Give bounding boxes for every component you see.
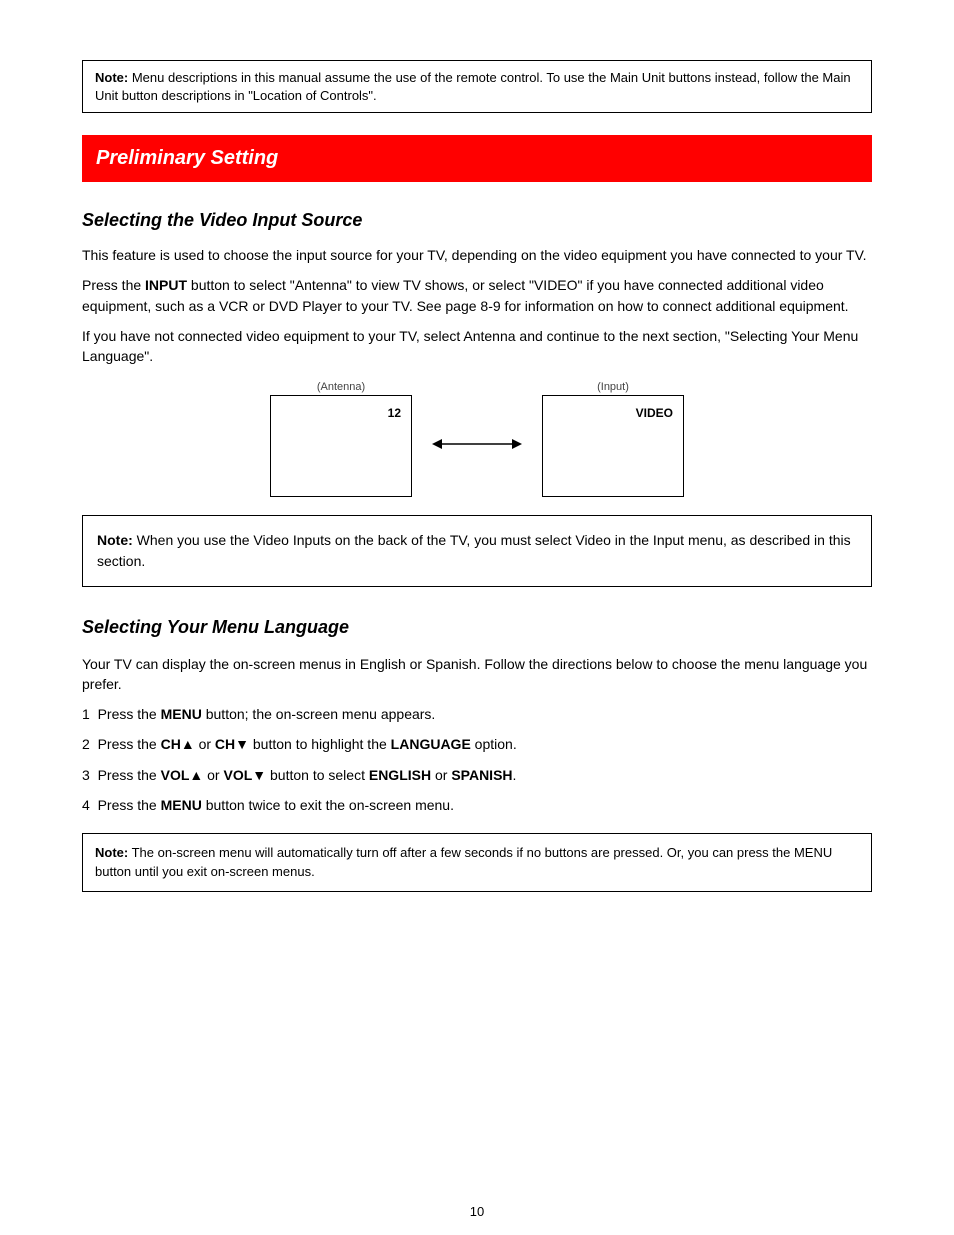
para-2: Press the INPUT button to select "Antenn…: [82, 275, 872, 316]
diagram-right: (Input) VIDEO: [542, 381, 684, 497]
vol-down-key-label: VOL▼: [223, 767, 266, 783]
step-3-mid2: button to select: [266, 767, 369, 783]
diagram-right-box: VIDEO: [542, 395, 684, 497]
ch-up-key-label: CH▲: [161, 736, 195, 752]
page: Note: Menu descriptions in this manual a…: [0, 0, 954, 1235]
para-3: If you have not connected video equipmen…: [82, 326, 872, 367]
step-1-post: button; the on-screen menu appears.: [202, 706, 435, 722]
menu-key-label-2: MENU: [161, 797, 202, 813]
step-2-num: 2: [82, 736, 90, 752]
diagram-left-box: 12: [270, 395, 412, 497]
top-note-box: Note: Menu descriptions in this manual a…: [82, 60, 872, 113]
mid-note-text: When you use the Video Inputs on the bac…: [97, 532, 851, 569]
heading-video-input: Selecting the Video Input Source: [82, 210, 872, 231]
spanish-option-label: SPANISH: [451, 767, 512, 783]
step-2-mid: or: [195, 736, 215, 752]
steps-list: 1 Press the MENU button; the on-screen m…: [82, 704, 872, 815]
diagram-left-value: 12: [388, 406, 401, 420]
menu-key-label: MENU: [161, 706, 202, 722]
step-3: 3 Press the VOL▲ or VOL▼ button to selec…: [82, 765, 872, 785]
diagram-left: (Antenna) 12: [270, 381, 412, 497]
diagram-right-label: (Input): [597, 381, 629, 393]
para-4: Your TV can display the on-screen menus …: [82, 654, 872, 695]
diagram-left-label: (Antenna): [317, 381, 365, 393]
section-title-bar: Preliminary Setting: [82, 135, 872, 182]
step-3-pre: Press the: [98, 767, 161, 783]
top-note-text: Menu descriptions in this manual assume …: [95, 70, 851, 103]
double-arrow-icon: [432, 434, 522, 459]
diagram-right-value: VIDEO: [636, 406, 673, 420]
top-note-bold: Note:: [95, 70, 128, 85]
step-4: 4 Press the MENU button twice to exit th…: [82, 795, 872, 815]
content: Note: Menu descriptions in this manual a…: [82, 60, 872, 892]
bottom-note-text: The on-screen menu will automatically tu…: [95, 845, 832, 878]
input-diagram: (Antenna) 12 (Input) VIDEO: [82, 381, 872, 497]
bottom-note-bold: Note:: [95, 845, 128, 860]
step-3-mid: or: [203, 767, 223, 783]
bottom-note-box: Note: The on-screen menu will automatica…: [82, 833, 872, 891]
step-3-num: 3: [82, 767, 90, 783]
para-2-pre: Press the: [82, 277, 145, 293]
mid-note-box: Note: When you use the Video Inputs on t…: [82, 515, 872, 587]
language-option-label: LANGUAGE: [391, 736, 471, 752]
ch-down-key-label: CH▼: [215, 736, 249, 752]
step-3-post: .: [513, 767, 517, 783]
mid-note-bold: Note:: [97, 532, 133, 548]
para-2-post: button to select "Antenna" to view TV sh…: [82, 277, 849, 313]
english-option-label: ENGLISH: [369, 767, 431, 783]
step-3-mid3: or: [431, 767, 451, 783]
step-2-post: option.: [471, 736, 517, 752]
para-1: This feature is used to choose the input…: [82, 245, 872, 265]
step-4-num: 4: [82, 797, 90, 813]
step-1-pre: Press the: [98, 706, 161, 722]
heading-menu-language: Selecting Your Menu Language: [82, 617, 872, 638]
step-2-mid2: button to highlight the: [249, 736, 391, 752]
step-1: 1 Press the MENU button; the on-screen m…: [82, 704, 872, 724]
step-4-post: button twice to exit the on-screen menu.: [202, 797, 454, 813]
step-2: 2 Press the CH▲ or CH▼ button to highlig…: [82, 734, 872, 754]
vol-up-key-label: VOL▲: [161, 767, 204, 783]
input-key-label: INPUT: [145, 277, 187, 293]
step-2-pre: Press the: [98, 736, 161, 752]
step-4-pre: Press the: [98, 797, 161, 813]
step-1-num: 1: [82, 706, 90, 722]
double-arrow-svg: [432, 434, 522, 454]
page-number: 10: [0, 1204, 954, 1219]
